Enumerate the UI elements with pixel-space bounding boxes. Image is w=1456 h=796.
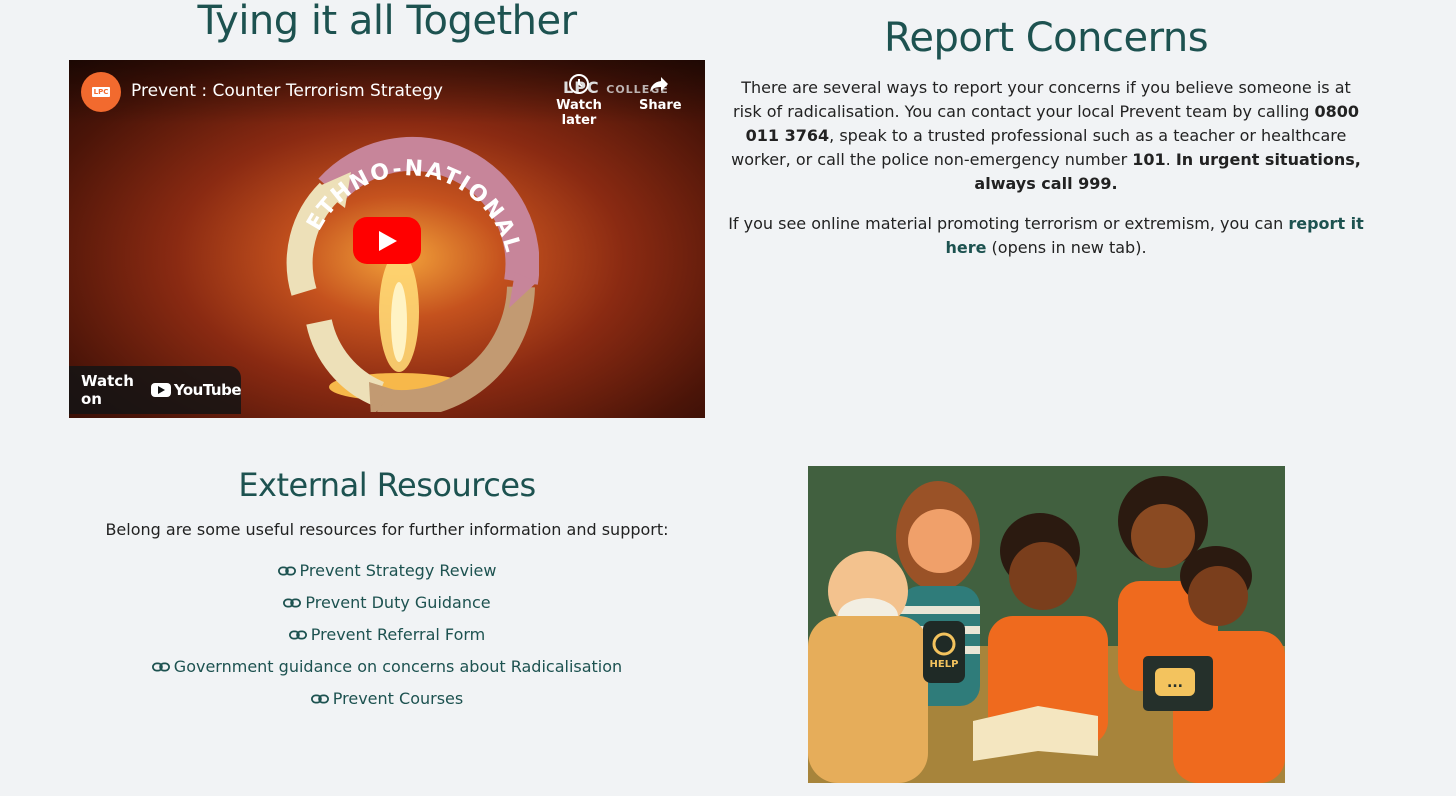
report-paragraph-2: If you see online material promoting ter… [728,214,1364,257]
youtube-play-icon [150,383,171,397]
resource-item: Prevent Strategy Review [69,559,705,591]
section-title-tying: Tying it all Together [197,0,577,44]
link-icon [283,598,302,608]
resource-list: Prevent Strategy Review Prevent Duty Gui… [69,559,705,719]
youtube-logo: YouTube [150,381,242,399]
resource-link-prevent-strategy-review[interactable]: Prevent Strategy Review [277,561,496,580]
resource-link-government-guidance[interactable]: Government guidance on concerns about Ra… [151,657,622,676]
report-paragraph-1: There are several ways to report your co… [731,78,1361,193]
resource-item: Prevent Courses [69,687,705,719]
resource-link-prevent-duty-guidance[interactable]: Prevent Duty Guidance [283,593,491,612]
section-title-report: Report Concerns [883,15,1209,61]
channel-logo-text: LPC [91,87,111,97]
channel-avatar[interactable]: LPC [81,72,121,112]
non-emergency-number: 101 [1132,150,1166,169]
resource-link-prevent-courses[interactable]: Prevent Courses [310,689,463,708]
resource-item: Government guidance on concerns about Ra… [69,655,705,687]
section-title-external: External Resources [238,466,536,504]
resource-item: Prevent Duty Guidance [69,591,705,623]
clock-icon [569,74,589,94]
support-group-illustration: HELP ... [808,466,1285,783]
watch-later-button[interactable]: Watch later [541,72,617,128]
share-arrow-icon [650,77,668,92]
resource-item: Prevent Referral Form [69,623,705,655]
ethno-national-cycle-graphic: ETHNO-NATIONAL [286,136,539,412]
link-icon [288,630,307,640]
video-player[interactable]: LPC Prevent : Counter Terrorism Strategy… [69,60,705,418]
watch-on-label: Watch on [81,372,134,408]
link-icon [151,662,170,672]
help-phone-text: HELP [930,659,959,670]
link-icon [277,566,296,576]
resource-link-prevent-referral-form[interactable]: Prevent Referral Form [288,625,485,644]
watch-later-label: Watch later [556,98,602,128]
external-intro: Belong are some useful resources for fur… [105,520,669,539]
share-button[interactable]: Share [639,72,682,113]
watch-on-youtube-button[interactable]: Watch on YouTube [69,366,242,414]
play-button[interactable] [353,217,421,264]
link-icon [310,694,329,704]
chat-bubble-icon: ... [1167,675,1183,691]
video-title[interactable]: Prevent : Counter Terrorism Strategy [131,81,443,101]
share-label: Share [639,98,682,113]
